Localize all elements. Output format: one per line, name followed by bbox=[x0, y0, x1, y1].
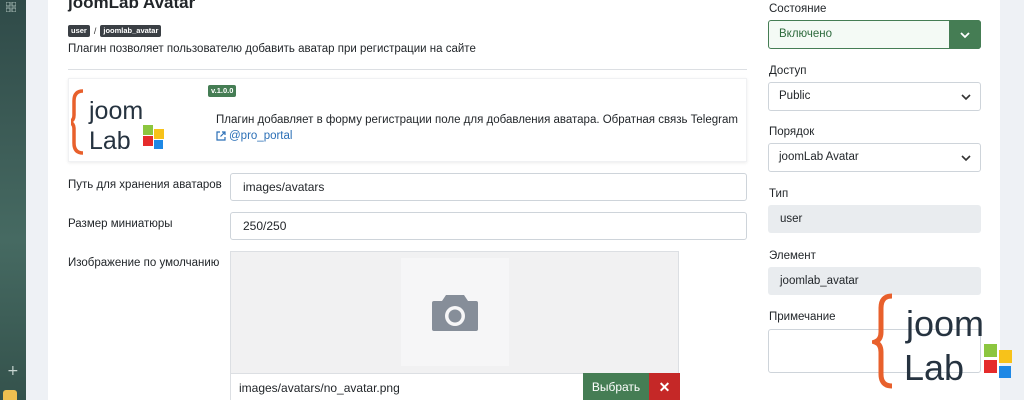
status-value: Включено bbox=[779, 28, 833, 40]
status-label: Состояние bbox=[769, 3, 827, 15]
telegram-link-label[interactable]: @pro_portal bbox=[229, 130, 292, 142]
status-select[interactable]: Включено bbox=[768, 20, 981, 49]
plugin-info-text: Плагин добавляет в форму регистрации пол… bbox=[216, 114, 738, 126]
plugin-description: Плагин позволяет пользователю добавить а… bbox=[68, 43, 476, 55]
camera-icon bbox=[432, 295, 478, 331]
left-rail: + bbox=[0, 0, 26, 400]
chevron-down-icon bbox=[961, 94, 971, 101]
status-dropdown-button[interactable] bbox=[949, 20, 981, 49]
clear-image-button[interactable]: ✕ bbox=[649, 373, 680, 400]
plugin-badges: user / joomlab_avatar bbox=[68, 25, 162, 37]
logo-text-lab: Lab bbox=[89, 127, 131, 155]
watermark-text-joom: joom bbox=[905, 303, 984, 344]
element-field: joomlab_avatar bbox=[768, 267, 981, 295]
image-preview[interactable] bbox=[401, 258, 509, 366]
rail-indicator bbox=[3, 390, 17, 400]
telegram-link[interactable]: @pro_portal bbox=[216, 130, 292, 142]
badge-separator: / bbox=[93, 26, 97, 36]
access-select[interactable]: Public bbox=[768, 82, 981, 111]
order-value: joomLab Avatar bbox=[779, 151, 859, 163]
order-select[interactable]: joomLab Avatar bbox=[768, 143, 981, 172]
avatar-path-input[interactable]: images/avatars bbox=[230, 173, 747, 201]
order-label: Порядок bbox=[769, 126, 815, 138]
chevron-down-icon bbox=[960, 31, 970, 38]
chevron-down-icon bbox=[961, 155, 971, 162]
image-path-input[interactable]: images/avatars/no_avatar.png bbox=[231, 373, 583, 400]
thumb-size-input[interactable]: 250/250 bbox=[230, 212, 747, 240]
logo-text-joom: joom bbox=[88, 97, 143, 125]
type-field: user bbox=[768, 205, 981, 233]
joomlab-watermark-logo: joom Lab bbox=[872, 293, 1012, 389]
thumb-size-label: Размер миниатюры bbox=[68, 218, 173, 230]
note-label: Примечание bbox=[769, 311, 836, 323]
access-value: Public bbox=[779, 90, 811, 102]
element-label: Элемент bbox=[769, 250, 816, 262]
add-icon[interactable]: + bbox=[7, 364, 19, 378]
select-image-button[interactable]: Выбрать bbox=[583, 373, 649, 400]
grid-icon[interactable] bbox=[5, 1, 20, 13]
watermark-text-lab: Lab bbox=[904, 347, 964, 388]
plugin-title: joomLab Avatar bbox=[68, 0, 196, 12]
divider bbox=[68, 69, 747, 70]
default-image-label: Изображение по умолчанию bbox=[68, 257, 220, 269]
plugin-info-box: joom Lab v.1.0.0 Плагин добавляет в форм… bbox=[68, 78, 747, 162]
main-card: joomLab Avatar user / joomlab_avatar Пла… bbox=[48, 0, 765, 400]
group-badge: user bbox=[68, 25, 90, 37]
joomlab-logo: joom Lab bbox=[71, 89, 164, 155]
avatar-path-label: Путь для хранения аватаров bbox=[68, 179, 222, 191]
version-badge: v.1.0.0 bbox=[208, 85, 237, 97]
access-label: Доступ bbox=[769, 65, 807, 77]
type-label: Тип bbox=[769, 188, 789, 200]
external-link-icon bbox=[216, 131, 226, 141]
media-field: images/avatars/no_avatar.png Выбрать ✕ bbox=[230, 251, 680, 400]
element-badge: joomlab_avatar bbox=[100, 25, 162, 37]
